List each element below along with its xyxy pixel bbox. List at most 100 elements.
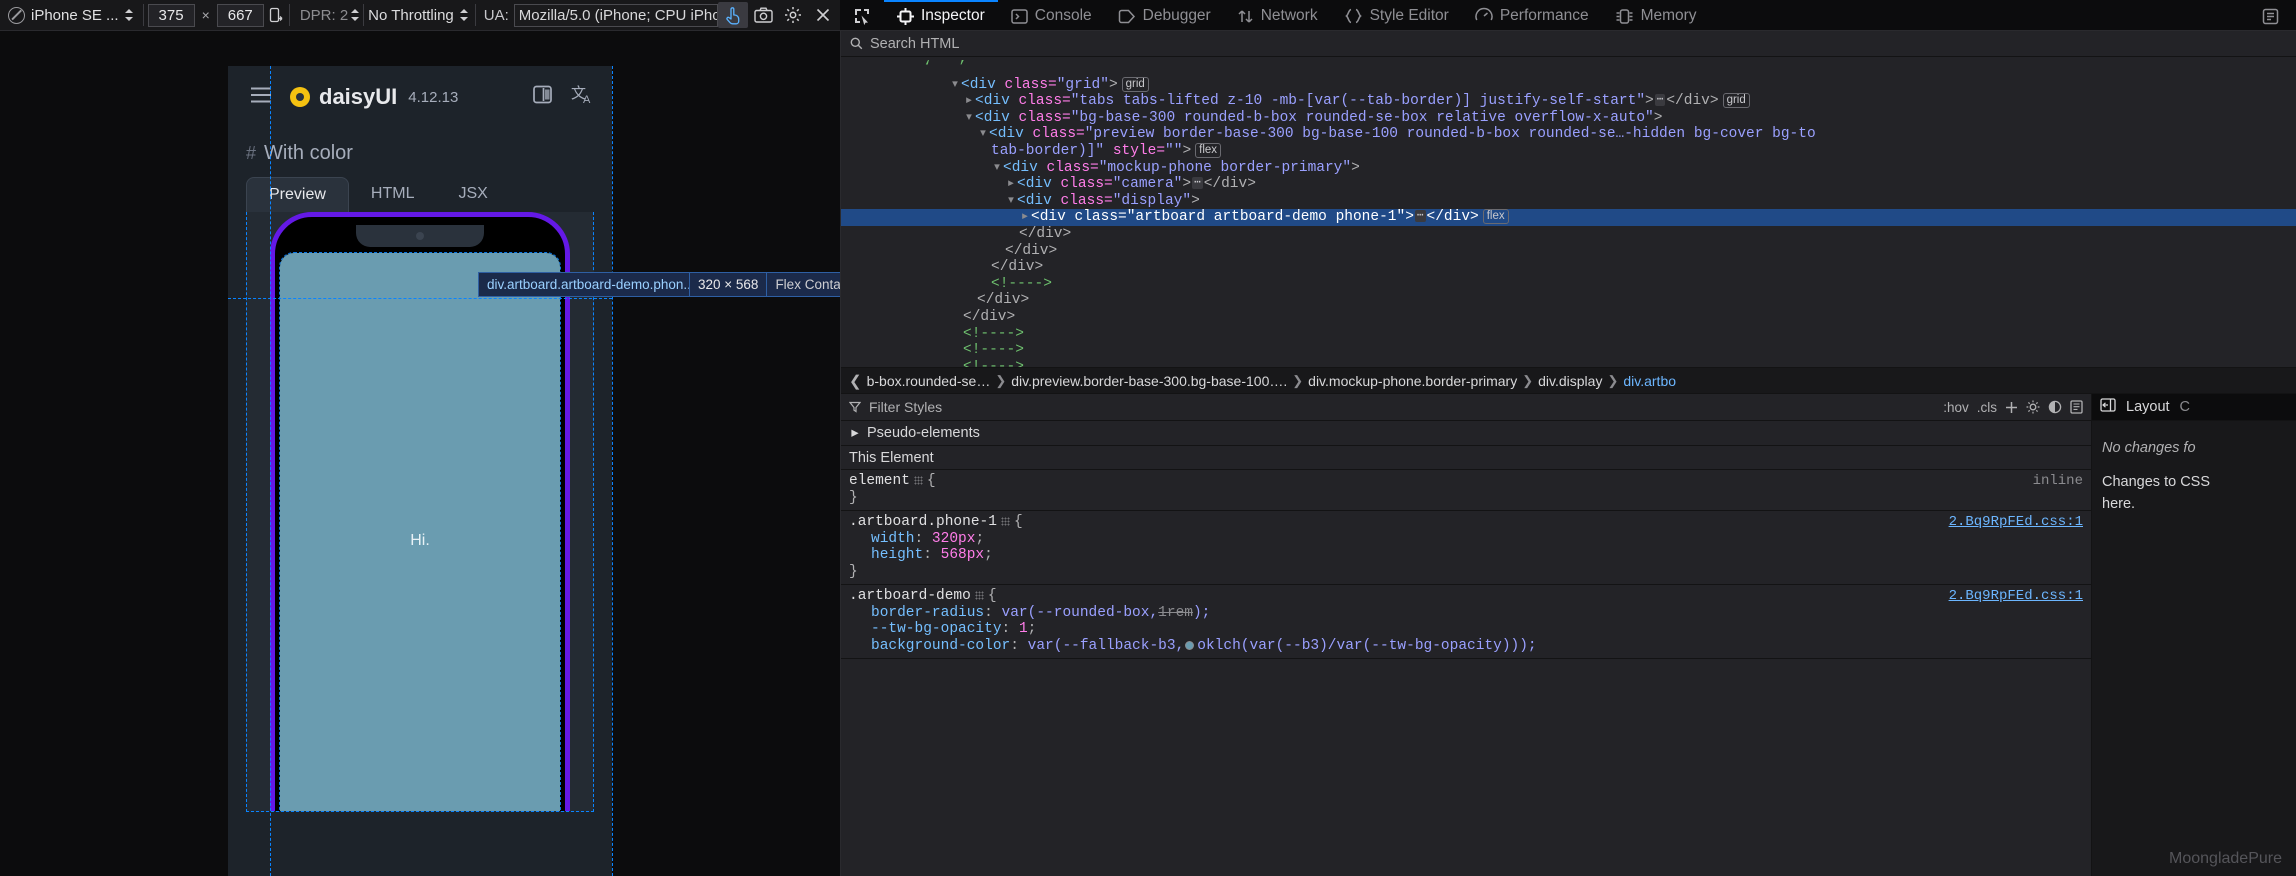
sun-light-scheme-icon[interactable]	[2026, 400, 2040, 414]
markup-line[interactable]: </div>	[841, 259, 2296, 276]
viewport-height-input[interactable]: 667	[217, 4, 264, 27]
pseudo-class-toggle[interactable]: :hov	[1943, 400, 1969, 415]
markup-line[interactable]: </div>	[841, 292, 2296, 309]
markup-line[interactable]: <div class="display">	[841, 193, 2296, 210]
css-declaration[interactable]: --tw-bg-opacity: 1;	[849, 621, 2083, 638]
color-swatch[interactable]	[1185, 641, 1194, 650]
markup-line[interactable]: </div>	[841, 309, 2296, 326]
markup-line[interactable]: <div class="mockup-phone border-primary"…	[841, 160, 2296, 177]
markup-line[interactable]: <div class="camera">⋯</div>	[841, 176, 2296, 193]
devtools-tab-overflow[interactable]	[2249, 0, 2296, 30]
tab-jsx[interactable]: JSX	[436, 177, 509, 212]
css-rule-artboard-demo[interactable]: .artboard-demo{ 2.Bq9RpFEd.css:1 border-…	[841, 585, 2091, 659]
artboard-demo-phone-1[interactable]: Hi.	[280, 253, 560, 812]
rotate-device-icon[interactable]	[268, 3, 285, 27]
heading-anchor-hash[interactable]: #	[246, 143, 256, 164]
layout-badge-grid[interactable]: grid	[1723, 93, 1750, 108]
breadcrumb-item[interactable]: b-box.rounded-se…	[867, 373, 991, 389]
dpr-chevron-updown-icon[interactable]	[351, 8, 359, 22]
declaration-property[interactable]: background-color	[871, 638, 1010, 654]
markup-line[interactable]: <!---->	[841, 276, 2296, 293]
css-declaration[interactable]: border-radius: var(--rounded-box,1rem);	[849, 605, 2083, 622]
hamburger-menu-icon[interactable]	[246, 83, 276, 112]
declaration-value[interactable]: var(--rounded-box,	[1002, 605, 1159, 621]
search-html-bar[interactable]: Search HTML	[841, 31, 2296, 57]
css-declaration[interactable]: height: 568px;	[849, 547, 2083, 564]
touch-simulation-icon[interactable]	[718, 2, 748, 28]
rdm-settings-gear-icon[interactable]	[778, 2, 808, 28]
print-media-icon[interactable]	[2070, 400, 2083, 414]
class-panel-toggle[interactable]: .cls	[1977, 400, 1997, 415]
sidebar-expand-icon[interactable]	[2100, 398, 2116, 417]
markup-line[interactable]: <div class="grid">grid	[841, 77, 2296, 94]
breadcrumb-item[interactable]: div.display	[1538, 373, 1602, 389]
search-html-input[interactable]: Search HTML	[870, 36, 959, 52]
site-brand[interactable]: daisyUI 4.12.13	[290, 84, 458, 110]
close-rdm-icon[interactable]	[808, 2, 838, 28]
tab-preview[interactable]: Preview	[246, 177, 349, 212]
tab-html[interactable]: HTML	[349, 177, 437, 212]
markup-line[interactable]: </div>	[841, 243, 2296, 260]
tab-debugger[interactable]: Debugger	[1105, 0, 1224, 30]
markup-line-selected[interactable]: <div class="artboard artboard-demo phone…	[841, 209, 2296, 226]
tab-layout[interactable]: Layout	[2126, 399, 2170, 415]
markup-line[interactable]: </div>	[841, 226, 2296, 243]
markup-view[interactable]: ‘ ’ <div class="grid">grid <div class="t…	[841, 57, 2296, 367]
declaration-property[interactable]: border-radius	[871, 605, 984, 621]
rule-origin-link[interactable]: 2.Bq9RpFEd.css:1	[1949, 588, 2083, 605]
markup-line[interactable]: <div class="bg-base-300 rounded-b-box ro…	[841, 110, 2296, 127]
plus-add-rule-icon[interactable]	[2005, 401, 2018, 414]
filter-styles-input[interactable]: Filter Styles	[869, 399, 942, 415]
dpr-control[interactable]: DPR: 2	[294, 7, 351, 24]
markup-line[interactable]: <div class="preview border-base-300 bg-b…	[841, 126, 2296, 143]
pseudo-elements-section[interactable]: Pseudo-elements	[841, 421, 2091, 446]
user-agent-input[interactable]: Mozilla/5.0 (iPhone; CPU iPhone OS 14_6 …	[514, 4, 718, 27]
dpr-label: DPR:	[300, 7, 336, 24]
declaration-value[interactable]: 568px	[941, 547, 985, 563]
declaration-property[interactable]: width	[871, 531, 915, 547]
viewport-width-input[interactable]: 375	[148, 4, 195, 27]
theme-swatch-icon[interactable]	[532, 84, 553, 110]
storage-icon[interactable]	[2249, 6, 2292, 25]
layout-badge-grid[interactable]: grid	[1122, 77, 1149, 92]
tab-memory[interactable]: Memory	[1602, 0, 1710, 30]
breadcrumb-item[interactable]: div.preview.border-base-300.bg-base-100……	[1011, 373, 1287, 389]
declaration-property[interactable]: --tw-bg-opacity	[871, 621, 1002, 637]
markup-line[interactable]: <div class="tabs tabs-lifted z-10 -mb-[v…	[841, 93, 2296, 110]
css-rule-artboard-phone-1[interactable]: .artboard.phone-1{ 2.Bq9RpFEd.css:1 widt…	[841, 511, 2091, 585]
network-throttling-select[interactable]: No Throttling	[368, 7, 471, 24]
breadcrumb[interactable]: ❮ b-box.rounded-se… ❯ div.preview.border…	[841, 367, 2296, 394]
screenshot-camera-icon[interactable]	[748, 2, 778, 28]
css-rule-element-inline[interactable]: element{ inline }	[841, 470, 2091, 511]
language-translate-icon[interactable]: 文 A	[571, 84, 594, 110]
markup-line[interactable]: <!---->	[841, 359, 2296, 367]
rule-selector[interactable]: .artboard.phone-1	[849, 514, 997, 530]
css-declaration[interactable]: width: 320px;	[849, 531, 2083, 548]
declaration-property[interactable]: height	[871, 547, 923, 563]
breadcrumb-item-selected[interactable]: div.artbo	[1623, 373, 1676, 389]
layout-badge-flex[interactable]: flex	[1483, 209, 1509, 224]
markup-line[interactable]: tab-border)]" style="">flex	[841, 143, 2296, 160]
declaration-value[interactable]: 320px	[932, 531, 976, 547]
markup-line[interactable]: <!---->	[841, 326, 2296, 343]
tab-style-editor[interactable]: Style Editor	[1331, 0, 1462, 30]
moon-dark-scheme-icon[interactable]	[2048, 400, 2062, 414]
device-selector[interactable]: iPhone SE ...	[2, 5, 139, 26]
css-declaration[interactable]: background-color: var(--fallback-b3,oklc…	[849, 638, 2083, 655]
tab-inspector[interactable]: Inspector	[884, 0, 998, 30]
layout-badge-flex[interactable]: flex	[1195, 143, 1221, 158]
element-picker-icon[interactable]	[840, 0, 884, 30]
markup-line[interactable]: ‘ ’	[841, 60, 2296, 77]
tab-changes[interactable]: C	[2180, 399, 2190, 415]
tab-performance[interactable]: Performance	[1462, 0, 1602, 30]
markup-line[interactable]: <!---->	[841, 342, 2296, 359]
declaration-value[interactable]: var(--fallback-b3,	[1028, 638, 1185, 654]
declaration-value[interactable]: 1	[1019, 621, 1028, 637]
breadcrumb-scroll-left-icon[interactable]: ❮	[849, 372, 862, 390]
breadcrumb-item[interactable]: div.mockup-phone.border-primary	[1308, 373, 1517, 389]
rule-origin-link[interactable]: 2.Bq9RpFEd.css:1	[1949, 514, 2083, 531]
rule-selector[interactable]: element	[849, 473, 910, 489]
tab-console[interactable]: Console	[998, 0, 1105, 30]
tab-network[interactable]: Network	[1224, 0, 1331, 30]
rule-selector[interactable]: .artboard-demo	[849, 588, 971, 604]
